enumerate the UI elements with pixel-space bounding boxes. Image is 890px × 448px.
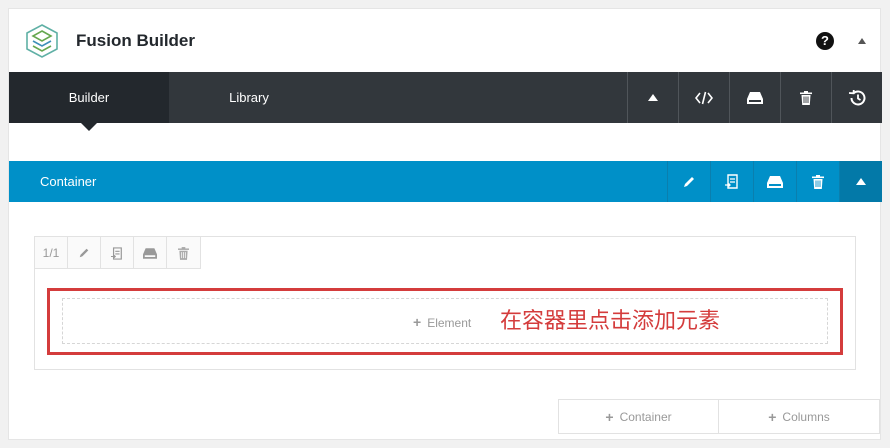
bottom-add-buttons: + Container + Columns [558, 399, 881, 434]
add-container-button[interactable]: + Container [558, 399, 719, 434]
save-icon [747, 91, 763, 104]
fusion-logo-icon [26, 24, 58, 58]
add-columns-label: Columns [782, 409, 830, 424]
trash-icon [812, 174, 824, 189]
clone-icon [111, 246, 122, 260]
add-container-label: Container [619, 409, 672, 424]
code-icon [695, 91, 713, 104]
trash-icon [800, 90, 812, 105]
save-icon [767, 175, 783, 188]
add-element-label: Element [427, 316, 472, 330]
column-edit-button[interactable] [68, 237, 101, 269]
help-icon[interactable]: ? [816, 32, 834, 50]
panel-title: Fusion Builder [76, 31, 195, 50]
add-element-zone[interactable]: + Element 在容器里点击添加元素 [62, 298, 828, 344]
annotation-note: 在容器里点击添加元素 [500, 309, 721, 334]
code-view-button[interactable] [678, 72, 729, 123]
collapse-all-button[interactable] [627, 72, 678, 123]
column: 1/1 + Element 在容器里点击添加元素 [34, 236, 856, 370]
column-size-button[interactable]: 1/1 [35, 237, 68, 269]
container-delete-button[interactable] [796, 161, 839, 202]
tab-library[interactable]: Library [169, 72, 329, 123]
plus-icon: + [768, 408, 777, 425]
add-columns-button[interactable]: + Columns [719, 399, 880, 434]
builder-toolbar: Builder Library [9, 72, 882, 131]
column-clone-button[interactable] [101, 237, 134, 269]
container-collapse-button[interactable] [839, 161, 882, 202]
collapse-arrow-icon [856, 178, 866, 185]
history-icon [848, 89, 866, 105]
panel-header: Fusion Builder ? [9, 9, 880, 72]
trash-icon [178, 246, 189, 260]
container-edit-button[interactable] [667, 161, 710, 202]
container-bar[interactable]: Container [9, 161, 882, 202]
annotation-highlight-box: + Element 在容器里点击添加元素 [47, 288, 843, 355]
collapse-arrow-icon [648, 94, 658, 101]
save-icon [143, 247, 157, 259]
plus-icon: + [605, 408, 614, 425]
container-clone-button[interactable] [710, 161, 753, 202]
plus-icon: + [413, 314, 422, 330]
edit-pencil-icon [684, 176, 694, 187]
tab-builder[interactable]: Builder [9, 72, 169, 131]
edit-pencil-icon [79, 248, 89, 258]
fusion-builder-panel: Fusion Builder ? Builder Library Contain [8, 8, 882, 440]
clone-icon [725, 174, 738, 189]
save-page-button[interactable] [729, 72, 780, 123]
container-save-button[interactable] [753, 161, 796, 202]
column-save-button[interactable] [134, 237, 167, 269]
container-label: Container [40, 174, 97, 189]
panel-collapse-icon[interactable] [858, 38, 866, 44]
history-button[interactable] [831, 72, 882, 123]
delete-page-button[interactable] [780, 72, 831, 123]
column-delete-button[interactable] [167, 237, 200, 269]
column-controls: 1/1 [35, 237, 201, 269]
add-element-button[interactable]: + Element [413, 299, 471, 346]
